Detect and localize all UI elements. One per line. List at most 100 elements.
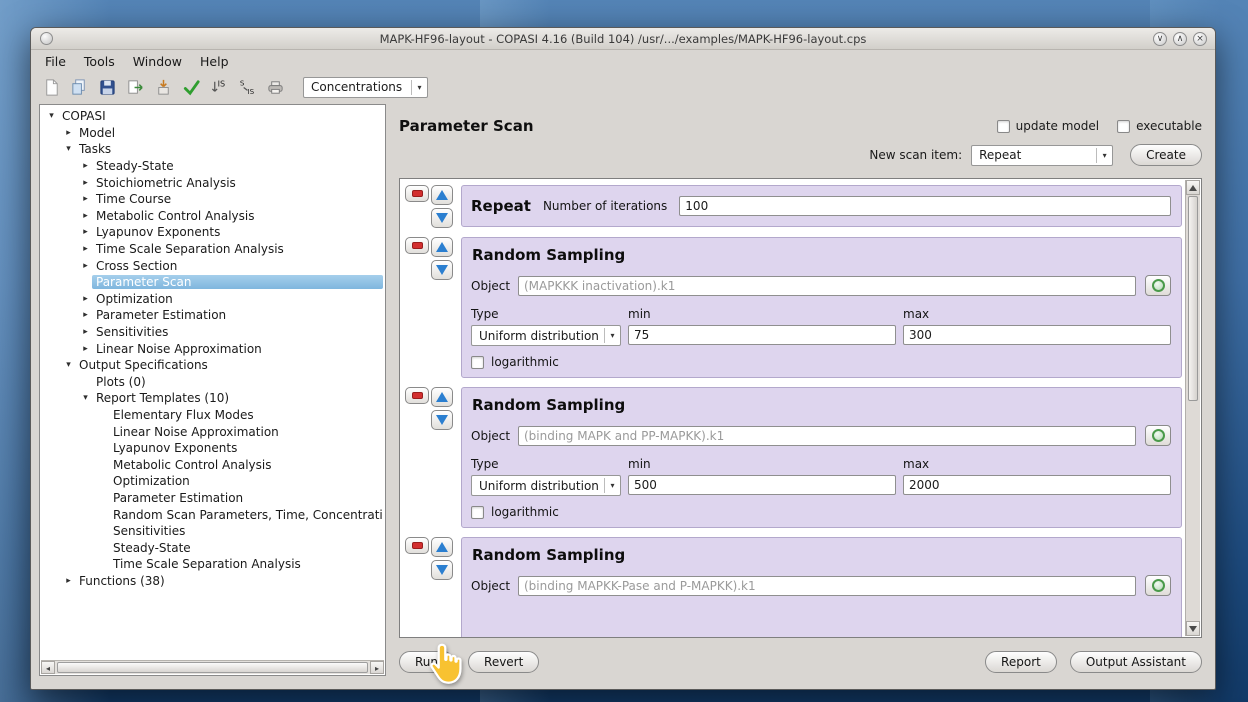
tree-item-model[interactable]: ▸Model [42,125,383,142]
move-up-button[interactable] [431,387,453,407]
run-button[interactable]: Run [399,651,454,673]
maximize-button[interactable]: ∧ [1173,32,1187,46]
close-button[interactable]: × [1193,32,1207,46]
executable-checkbox[interactable] [1117,120,1130,133]
check-button[interactable] [179,75,204,99]
tree-item-metabolic-control-analysis[interactable]: Metabolic Control Analysis [42,456,383,473]
open-button[interactable] [67,75,92,99]
collapsed-arrow-icon[interactable]: ▸ [79,211,92,221]
scroll-up-button[interactable] [1186,180,1200,195]
tree-item-label[interactable]: Steady-State [109,541,195,555]
tree-item-label[interactable]: Tasks [75,142,115,156]
move-down-button[interactable] [431,208,453,228]
titlebar[interactable]: MAPK-HF96-layout - COPASI 4.16 (Build 10… [31,28,1215,50]
new-file-button[interactable] [39,75,64,99]
collapsed-arrow-icon[interactable]: ▸ [79,344,92,354]
tree-item-label[interactable]: COPASI [58,109,110,123]
expanded-arrow-icon[interactable]: ▾ [45,111,58,121]
tree-item-label[interactable]: Optimization [92,292,177,306]
tree-item-label[interactable]: Time Course [92,192,175,206]
tree-item-output-specifications[interactable]: ▾Output Specifications [42,357,383,374]
tree-item-plots-0[interactable]: Plots (0) [42,374,383,391]
tree-item-label[interactable]: Steady-State [92,159,178,173]
tree-item-metabolic-control-analysis[interactable]: ▸Metabolic Control Analysis [42,208,383,225]
logarithmic-checkbox[interactable] [471,356,484,369]
select-object-button[interactable] [1145,275,1171,296]
tree-item-optimization[interactable]: Optimization [42,473,383,490]
remove-item-button[interactable] [405,185,429,202]
tree-item-label[interactable]: Parameter Scan [92,275,383,289]
tree-item-label[interactable]: Time Scale Separation Analysis [109,557,305,571]
scroll-left-button[interactable]: ◂ [41,661,55,674]
collapsed-arrow-icon[interactable]: ▸ [79,294,92,304]
tree-item-time-course[interactable]: ▸Time Course [42,191,383,208]
tree-item-label[interactable]: Parameter Estimation [92,308,230,322]
remove-item-button[interactable] [405,537,429,554]
menu-file[interactable]: File [37,51,74,72]
collapsed-arrow-icon[interactable]: ▸ [79,310,92,320]
tree-item-time-scale-separation-analysis[interactable]: Time Scale Separation Analysis [42,556,383,573]
tree-item-label[interactable]: Stoichiometric Analysis [92,176,240,190]
expanded-arrow-icon[interactable]: ▾ [62,360,75,370]
tree-item-steady-state[interactable]: Steady-State [42,539,383,556]
object-input[interactable] [518,576,1136,596]
distribution-select[interactable]: Uniform distribution ▾ [471,325,621,346]
scroll-down-button[interactable] [1186,621,1200,636]
new-scan-item-select[interactable]: Repeat ▾ [971,145,1113,166]
tree-item-label[interactable]: Sensitivities [109,524,189,538]
calc-is-button[interactable]: SIS [235,75,260,99]
tree-item-stoichiometric-analysis[interactable]: ▸Stoichiometric Analysis [42,174,383,191]
move-up-button[interactable] [431,237,453,257]
tree-scrollbar-thumb[interactable] [57,662,368,673]
collapsed-arrow-icon[interactable]: ▸ [62,128,75,138]
move-up-button[interactable] [431,537,453,557]
import-button[interactable] [151,75,176,99]
tree-item-functions-38[interactable]: ▸Functions (38) [42,573,383,590]
tree-item-label[interactable]: Metabolic Control Analysis [92,209,258,223]
select-object-button[interactable] [1145,575,1171,596]
report-button[interactable]: Report [985,651,1057,673]
collapsed-arrow-icon[interactable]: ▸ [62,576,75,586]
revert-button[interactable]: Revert [468,651,539,673]
tree-item-label[interactable]: Parameter Estimation [109,491,247,505]
min-input[interactable] [628,325,896,345]
tree-item-report-templates-10[interactable]: ▾Report Templates (10) [42,390,383,407]
logarithmic-checkbox[interactable] [471,506,484,519]
collapsed-arrow-icon[interactable]: ▸ [79,327,92,337]
create-button[interactable]: Create [1130,144,1202,166]
output-assistant-button[interactable]: Output Assistant [1070,651,1202,673]
menu-window[interactable]: Window [125,51,190,72]
object-input[interactable] [518,426,1136,446]
remove-item-button[interactable] [405,237,429,254]
tree-item-label[interactable]: Functions (38) [75,574,169,588]
tree-item-tasks[interactable]: ▾Tasks [42,141,383,158]
scroll-right-button[interactable]: ▸ [370,661,384,674]
expanded-arrow-icon[interactable]: ▾ [62,144,75,154]
update-is-button[interactable]: IS [207,75,232,99]
window-menu-icon[interactable] [40,32,53,45]
collapsed-arrow-icon[interactable]: ▸ [79,194,92,204]
object-input[interactable] [518,276,1136,296]
tree-item-sensitivities[interactable]: ▸Sensitivities [42,324,383,341]
tree-item-label[interactable]: Report Templates (10) [92,391,233,405]
move-down-button[interactable] [431,560,453,580]
collapsed-arrow-icon[interactable]: ▸ [79,227,92,237]
max-input[interactable] [903,325,1171,345]
tree-item-optimization[interactable]: ▸Optimization [42,291,383,308]
tree-item-parameter-estimation[interactable]: ▸Parameter Estimation [42,307,383,324]
minimize-button[interactable]: ∨ [1153,32,1167,46]
tree-item-label[interactable]: Lyapunov Exponents [92,225,224,239]
collapsed-arrow-icon[interactable]: ▸ [79,261,92,271]
mode-select[interactable]: Concentrations ▾ [303,77,428,98]
remove-item-button[interactable] [405,387,429,404]
save-button[interactable] [95,75,120,99]
update-model-checkbox[interactable] [997,120,1010,133]
tree-item-linear-noise-approximation[interactable]: ▸Linear Noise Approximation [42,340,383,357]
tree-item-label[interactable]: Random Scan Parameters, Time, Concentrat… [109,508,383,522]
move-down-button[interactable] [431,410,453,430]
move-up-button[interactable] [431,185,453,205]
collapsed-arrow-icon[interactable]: ▸ [79,178,92,188]
tree-item-time-scale-separation-analysis[interactable]: ▸Time Scale Separation Analysis [42,241,383,258]
tree-item-cross-section[interactable]: ▸Cross Section [42,257,383,274]
tree-item-lyapunov-exponents[interactable]: ▸Lyapunov Exponents [42,224,383,241]
